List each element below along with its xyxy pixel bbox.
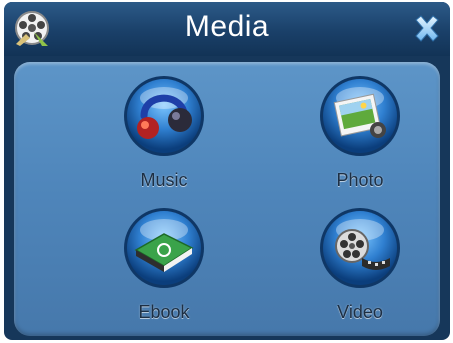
photo-menu-item[interactable]: Photo	[280, 74, 440, 204]
media-window: Media Music Photo Ebook Video	[4, 2, 450, 340]
close-icon[interactable]	[412, 14, 442, 44]
ebook-label: Ebook	[138, 302, 190, 322]
photo-icon	[320, 76, 400, 156]
photo-label: Photo	[336, 170, 384, 190]
media-menu-panel: Music Photo Ebook Video	[14, 62, 440, 336]
ebook-menu-item[interactable]: Ebook	[84, 206, 244, 336]
video-film-reel-icon	[320, 208, 400, 288]
window-title: Media	[184, 10, 270, 43]
ebook-icon	[124, 208, 204, 288]
music-headphones-icon	[124, 76, 204, 156]
video-menu-item[interactable]: Video	[280, 206, 440, 336]
music-menu-item[interactable]: Music	[84, 74, 244, 204]
video-label: Video	[337, 302, 383, 322]
music-label: Music	[140, 170, 188, 190]
title-bar: Media	[4, 2, 450, 56]
